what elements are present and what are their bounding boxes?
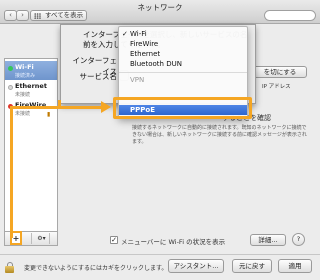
lock-instructions: 変更できないようにするにはカギをクリックします。 (24, 265, 168, 272)
service-name: Ethernet (15, 82, 47, 90)
gear-icon: ⚙︎▾ (37, 235, 46, 242)
menu-item-wifi[interactable]: ✓ Wi-Fi (119, 29, 247, 39)
divider (0, 254, 320, 255)
status-dot (8, 66, 13, 71)
menu-item-bluetooth-dun[interactable]: Bluetooth DUN (119, 59, 247, 69)
join-info-text: 接続するネットワークに自動的に接続されます。既知のネットワークに接続できない場合… (132, 125, 307, 145)
show-all-button[interactable]: すべてを表示 (30, 10, 87, 21)
network-preferences-window: ネットワーク ‹ › すべてを表示 Wi-Fi 接続済み Ethernet 未接… (0, 0, 320, 280)
menu-item-label: FireWire (130, 40, 159, 48)
menu-item-label: Ethernet (130, 50, 161, 58)
chevron-left-icon: ‹ (9, 11, 12, 19)
remove-service-button[interactable] (24, 233, 32, 244)
service-item-ethernet[interactable]: Ethernet 未接続 (5, 80, 57, 99)
lock-body (5, 266, 14, 273)
service-item-wifi[interactable]: Wi-Fi 接続済み (5, 61, 57, 80)
gear-menu-button[interactable]: ⚙︎▾ (34, 233, 50, 244)
service-status: 接続済み (15, 73, 36, 79)
service-name: Wi-Fi (15, 63, 34, 71)
checkmark-icon: ✓ (122, 30, 128, 38)
ip-address-label: IP アドレス (262, 84, 291, 90)
annotation-line-vertical (10, 108, 13, 238)
new-service-badge: ▮ (47, 111, 51, 118)
annotation-line-horizontal (10, 106, 102, 109)
menu-separator (119, 72, 247, 73)
menu-item-vpn[interactable]: VPN (119, 75, 247, 85)
menu-item-label: Bluetooth DUN (130, 60, 182, 68)
forward-button[interactable]: › (16, 10, 29, 21)
service-status: 未接続 (15, 92, 31, 98)
advanced-label: 詳細... (258, 236, 278, 244)
chevron-right-icon: › (21, 11, 24, 19)
annotation-line-tick (58, 100, 61, 109)
help-button[interactable]: ? (292, 233, 305, 246)
show-wifi-status-label: メニューバーに Wi-Fi の状況を表示 (121, 238, 226, 246)
menu-item-label: Wi-Fi (130, 30, 147, 38)
turn-off-wifi-label: を切にする (263, 68, 297, 76)
status-dot (8, 85, 13, 90)
lock-icon[interactable] (5, 262, 14, 273)
advanced-button[interactable]: 詳細... (250, 234, 286, 246)
annotation-arrow-icon (101, 101, 111, 113)
service-name-label: サービス名 (79, 72, 118, 81)
menu-item-firewire[interactable]: FireWire (119, 39, 247, 49)
toolbar: ネットワーク ‹ › すべてを表示 (0, 0, 320, 24)
menu-item-ethernet[interactable]: Ethernet (119, 49, 247, 59)
apply-label: 適用 (288, 262, 302, 270)
turn-off-wifi-button[interactable]: を切にする (253, 66, 307, 78)
apply-button[interactable]: 適用 (278, 259, 312, 273)
assistant-button[interactable]: アシスタント... (168, 259, 224, 273)
menu-item-label: VPN (130, 76, 145, 84)
search-input[interactable] (264, 10, 316, 21)
show-wifi-status-checkbox[interactable]: ✓ (110, 236, 118, 244)
assistant-label: アシスタント... (173, 262, 219, 270)
help-icon: ? (296, 235, 301, 243)
show-all-label: すべてを表示 (45, 11, 84, 19)
revert-button[interactable]: 元に戻す (232, 259, 272, 273)
pppoe-highlight-box (113, 97, 252, 119)
revert-label: 元に戻す (239, 262, 265, 270)
grid-icon (34, 13, 41, 19)
